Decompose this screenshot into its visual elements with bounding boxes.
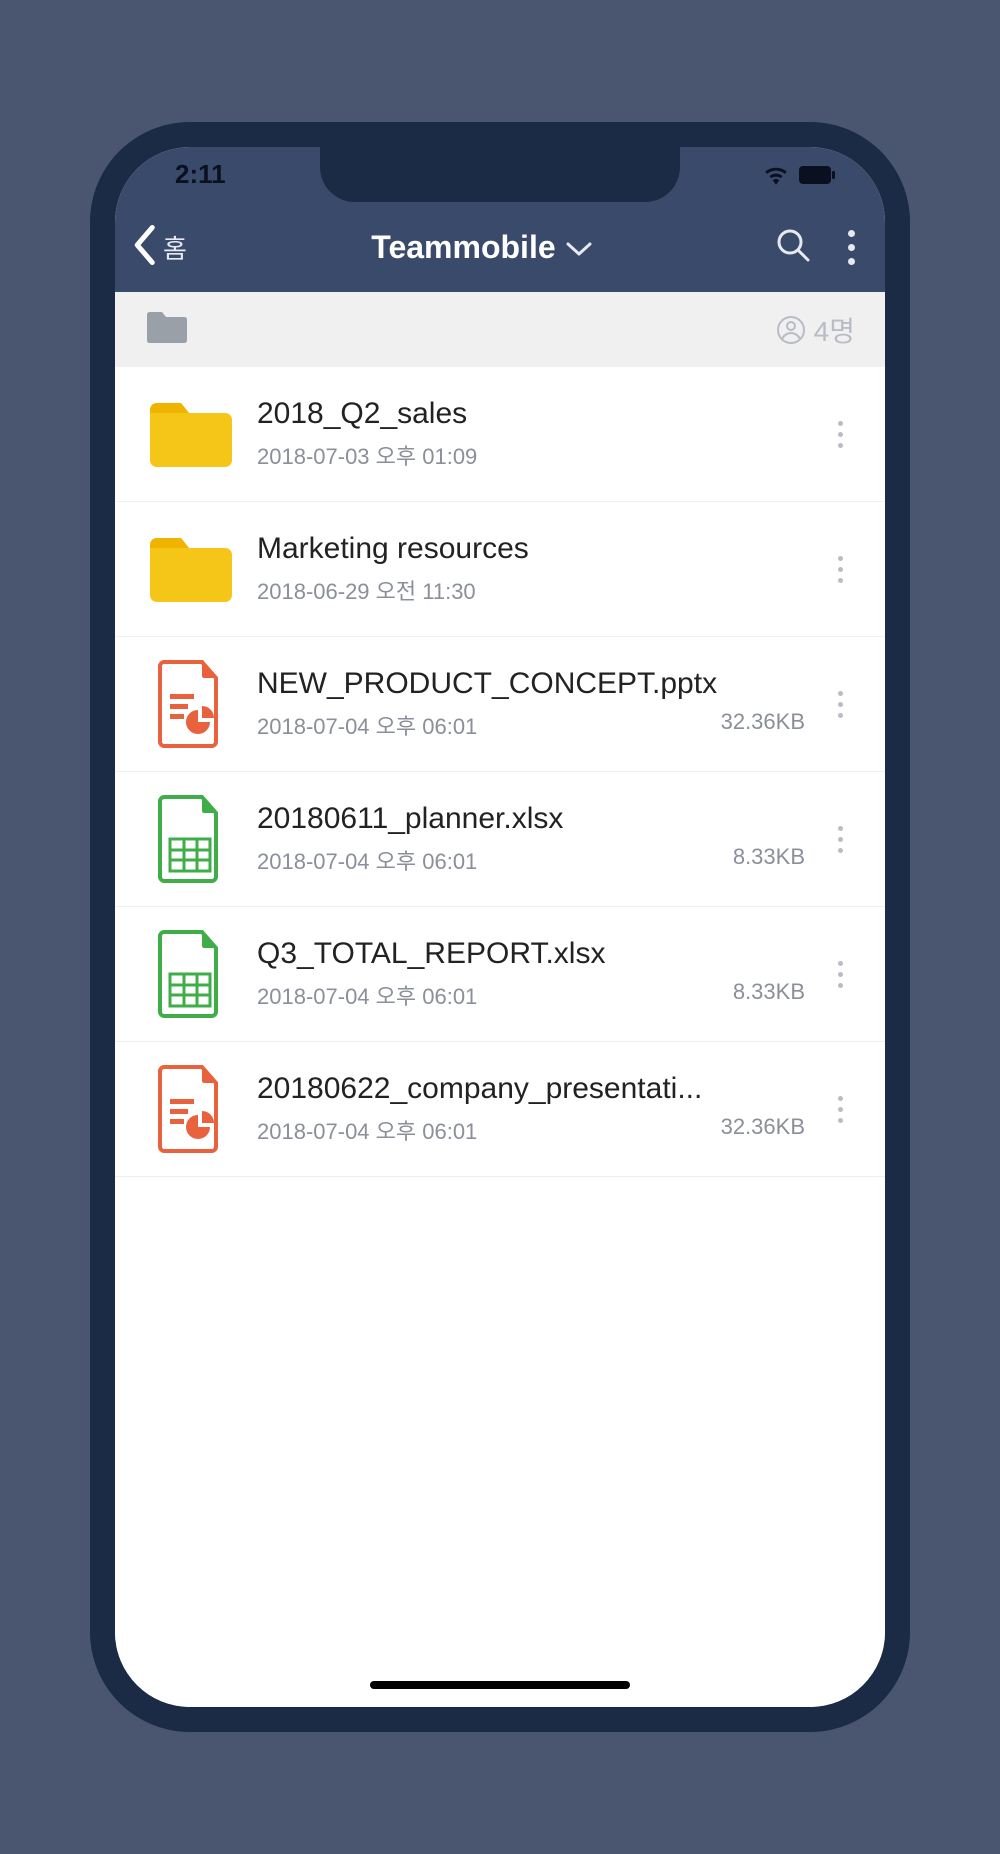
file-list[interactable]: 2018_Q2_sales 2018-07-03 오후 01:09 Marketin…	[115, 367, 885, 1707]
nav-bar: 홈 Teammobile	[115, 202, 885, 292]
file-date: 2018-07-04 오후 06:01	[257, 709, 721, 741]
list-item-body: 2018_Q2_sales 2018-07-03 오후 01:09	[257, 397, 813, 471]
status-icons	[763, 165, 835, 185]
back-label: 홈	[163, 229, 187, 266]
phone-screen: 2:11 홈 Teammobile	[115, 147, 885, 1707]
list-item[interactable]: Q3_TOTAL_REPORT.xlsx 2018-07-04 오후 06:018…	[115, 907, 885, 1042]
wifi-icon	[763, 165, 789, 185]
item-more-button[interactable]	[825, 826, 855, 853]
list-item[interactable]: Marketing resources 2018-06-29 오전 11:30	[115, 502, 885, 637]
status-time: 2:11	[175, 159, 226, 190]
file-date: 2018-07-04 오후 06:01	[257, 1114, 721, 1146]
folder-icon	[145, 389, 235, 479]
item-more-button[interactable]	[825, 691, 855, 718]
chevron-left-icon	[133, 225, 159, 270]
chevron-down-icon	[566, 229, 592, 266]
list-item[interactable]: NEW_PRODUCT_CONCEPT.pptx 2018-07-04 오후 06…	[115, 637, 885, 772]
file-size	[805, 574, 813, 606]
list-item[interactable]: 20180611_planner.xlsx 2018-07-04 오후 06:01…	[115, 772, 885, 907]
home-indicator[interactable]	[370, 1681, 630, 1689]
file-name: NEW_PRODUCT_CONCEPT.pptx	[257, 667, 813, 701]
phone-frame: 2:11 홈 Teammobile	[90, 122, 910, 1732]
battery-icon	[799, 166, 835, 184]
members-count: 4명	[814, 310, 855, 350]
back-button[interactable]: 홈	[133, 225, 187, 270]
item-more-button[interactable]	[825, 961, 855, 988]
list-item-body: 20180611_planner.xlsx 2018-07-04 오후 06:01…	[257, 802, 813, 876]
overflow-menu-button[interactable]	[848, 230, 855, 265]
list-item-body: NEW_PRODUCT_CONCEPT.pptx 2018-07-04 오후 06…	[257, 667, 813, 741]
list-item[interactable]: 2018_Q2_sales 2018-07-03 오후 01:09	[115, 367, 885, 502]
members-indicator[interactable]: 4명	[776, 310, 855, 350]
file-date: 2018-07-04 오후 06:01	[257, 844, 733, 876]
search-icon	[776, 228, 810, 262]
file-date: 2018-06-29 오전 11:30	[257, 574, 805, 606]
list-item-body: Q3_TOTAL_REPORT.xlsx 2018-07-04 오후 06:018…	[257, 937, 813, 1011]
notch	[320, 147, 680, 202]
breadcrumb-folder-icon[interactable]	[145, 309, 189, 350]
list-item-body: 20180622_company_presentati... 2018-07-04…	[257, 1072, 813, 1146]
xlsx-icon	[145, 929, 235, 1019]
item-more-button[interactable]	[825, 556, 855, 583]
file-name: Q3_TOTAL_REPORT.xlsx	[257, 937, 813, 971]
search-button[interactable]	[776, 228, 810, 267]
file-date: 2018-07-04 오후 06:01	[257, 979, 733, 1011]
file-size: 32.36KB	[721, 709, 813, 741]
folder-icon	[145, 524, 235, 614]
pptx-icon	[145, 659, 235, 749]
folder-title-dropdown[interactable]: Teammobile	[195, 229, 768, 266]
item-more-button[interactable]	[825, 421, 855, 448]
xlsx-icon	[145, 794, 235, 884]
pptx-icon	[145, 1064, 235, 1154]
person-icon	[776, 315, 806, 345]
file-name: 2018_Q2_sales	[257, 397, 813, 431]
file-size	[805, 439, 813, 471]
file-size: 8.33KB	[733, 844, 813, 876]
list-item-body: Marketing resources 2018-06-29 오전 11:30	[257, 532, 813, 606]
file-size: 32.36KB	[721, 1114, 813, 1146]
list-item[interactable]: 20180622_company_presentati... 2018-07-04…	[115, 1042, 885, 1177]
item-more-button[interactable]	[825, 1096, 855, 1123]
file-name: 20180622_company_presentati...	[257, 1072, 813, 1106]
file-name: Marketing resources	[257, 532, 813, 566]
breadcrumb-bar: 4명	[115, 292, 885, 367]
nav-title: Teammobile	[371, 229, 555, 266]
file-name: 20180611_planner.xlsx	[257, 802, 813, 836]
file-size: 8.33KB	[733, 979, 813, 1011]
file-date: 2018-07-03 오후 01:09	[257, 439, 805, 471]
